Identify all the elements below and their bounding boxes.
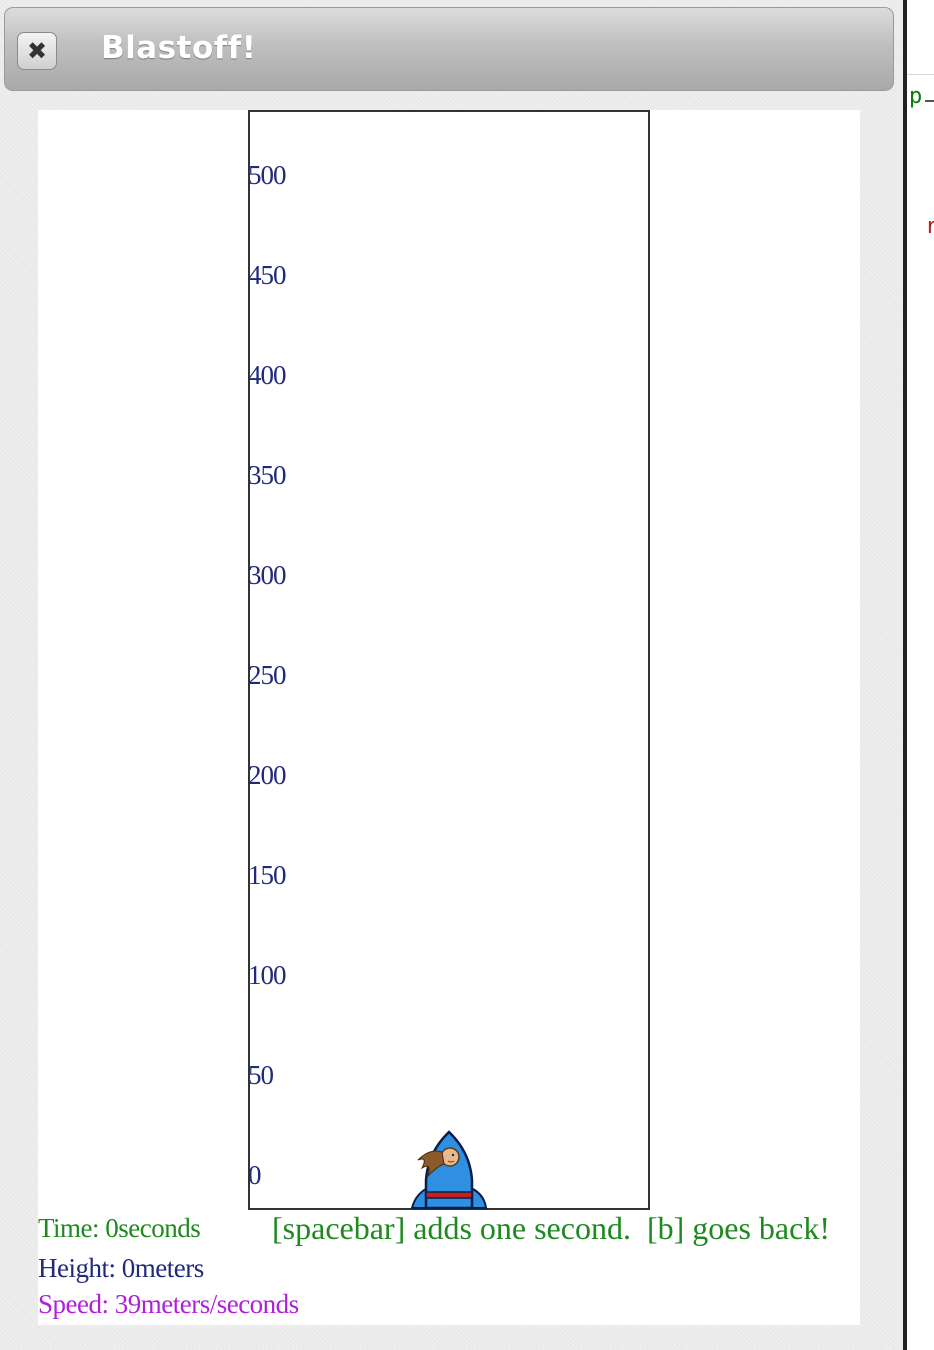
game-canvas[interactable]: 500 450 400 350 300 250 200 150 100 50 0… <box>38 110 860 1325</box>
scale-tick-label: 200 <box>248 760 286 790</box>
scale-tick-label: 250 <box>248 660 286 690</box>
background-dash <box>925 100 934 102</box>
scale-tick-label: 450 <box>248 260 286 290</box>
rocket-icon <box>410 1130 488 1210</box>
scale-tick-label: 350 <box>248 460 286 490</box>
background-text-fragment: r <box>925 214 934 239</box>
speed-readout: Speed: 39meters/seconds <box>38 1289 299 1319</box>
scale-tick-label: 500 <box>248 160 286 190</box>
background-divider <box>907 74 934 75</box>
controls-instructions: [spacebar] adds one second. [b] goes bac… <box>272 1210 830 1246</box>
height-scale-frame <box>248 110 650 1210</box>
height-readout: Height: 0meters <box>38 1253 204 1283</box>
time-readout: Time: 0seconds <box>38 1213 201 1243</box>
background-text-fragment: p <box>909 84 923 109</box>
close-icon: ✖ <box>26 37 48 65</box>
window-title: Blastoff! <box>101 30 257 66</box>
scale-tick-label: 400 <box>248 360 286 390</box>
scale-tick-label: 100 <box>248 960 286 990</box>
scale-tick-label: 50 <box>248 1060 274 1090</box>
scale-tick-label: 0 <box>248 1160 261 1190</box>
background-window: p r <box>903 0 934 1350</box>
scale-tick-label: 300 <box>248 560 286 590</box>
window-titlebar: ✖ Blastoff! <box>4 7 894 91</box>
scale-tick-label: 150 <box>248 860 286 890</box>
close-button[interactable]: ✖ <box>17 32 57 70</box>
